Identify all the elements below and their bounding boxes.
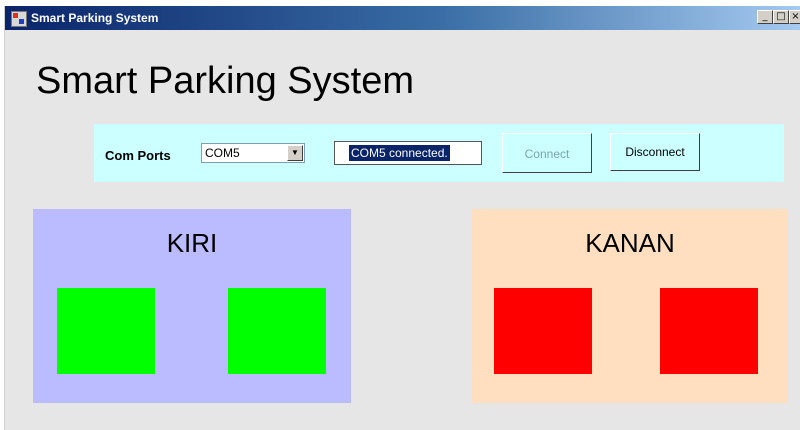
- maximize-button[interactable]: □: [773, 10, 789, 24]
- zone-label: KIRI: [166, 228, 218, 258]
- title-bar[interactable]: Smart Parking System _ □ ×: [5, 6, 800, 30]
- minimize-button[interactable]: _: [757, 10, 773, 24]
- connection-status-field[interactable]: COM5 connected.: [334, 141, 482, 165]
- window-title: Smart Parking System: [31, 11, 159, 25]
- close-button[interactable]: ×: [789, 10, 800, 24]
- disconnect-button[interactable]: Disconnect: [610, 133, 700, 171]
- parking-slot-indicator: [228, 288, 326, 374]
- com-port-selected-value: COM5: [205, 146, 240, 160]
- app-icon: [11, 11, 27, 27]
- zone-panel-kiri: KIRI: [33, 209, 351, 403]
- dropdown-button[interactable]: ▼: [287, 145, 303, 161]
- zone-panel-kanan: KANAN: [472, 209, 788, 403]
- page-title: Smart Parking System: [36, 60, 414, 102]
- maximize-icon: □: [776, 11, 786, 22]
- chevron-down-icon: ▼: [291, 148, 299, 157]
- window-controls: _ □ ×: [757, 10, 800, 24]
- com-port-select[interactable]: COM5 ▼: [201, 143, 305, 163]
- com-ports-label: Com Ports: [105, 148, 171, 163]
- close-icon: ×: [791, 11, 800, 22]
- parking-slot-indicator: [660, 288, 758, 374]
- connection-status-text: COM5 connected.: [349, 145, 450, 161]
- zone-label: KANAN: [585, 228, 675, 258]
- connect-button[interactable]: Connect: [502, 133, 592, 173]
- parking-slot-indicator: [57, 288, 155, 374]
- parking-slot-indicator: [494, 288, 592, 374]
- minimize-icon: _: [762, 11, 768, 22]
